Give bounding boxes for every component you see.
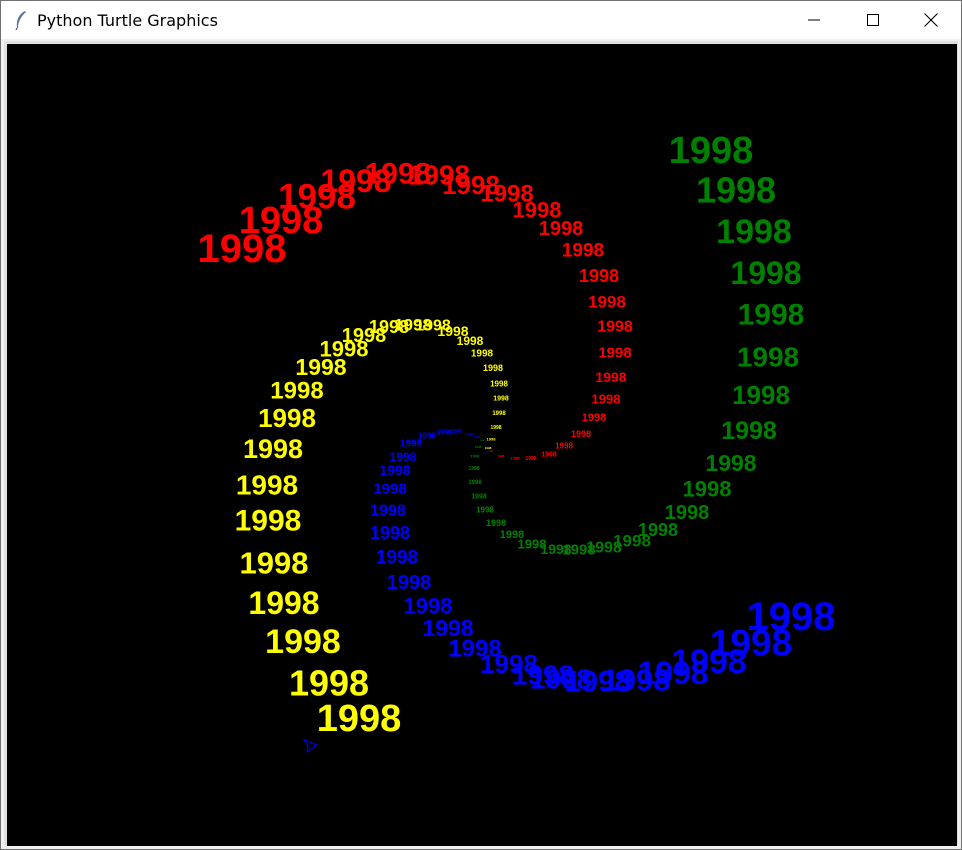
year-label-red: 1998: [498, 454, 505, 458]
year-label-yellow: 1998: [485, 446, 492, 450]
close-icon: [924, 13, 938, 27]
year-label-green: 1998: [730, 255, 801, 291]
year-label-blue: 1998: [370, 503, 406, 520]
year-label-green: 1998: [471, 494, 487, 501]
year-label-yellow: 1998: [265, 623, 341, 661]
year-label-green: 1998: [732, 380, 790, 410]
year-label-yellow: 1998: [490, 380, 508, 389]
year-label-blue: 1998: [418, 432, 436, 441]
year-label-blue: 1998: [387, 572, 432, 594]
year-label-yellow: 1998: [270, 378, 323, 405]
window-title: Python Turtle Graphics: [37, 11, 218, 30]
year-label-green: 1998: [737, 342, 799, 373]
year-label-yellow: 1998: [457, 334, 484, 348]
turtle-canvas[interactable]: 1998 1998 1998 1998 1998 1998 1998 1998 1998 1998…: [7, 44, 957, 846]
year-label-green: 1998: [486, 518, 506, 528]
year-label-red: 1998: [595, 369, 626, 385]
year-label-red: 1998: [539, 218, 584, 240]
year-label-yellow: 1998: [248, 585, 319, 621]
year-label-red: 1998: [562, 241, 604, 262]
title-bar[interactable]: Python Turtle Graphics: [1, 1, 961, 39]
year-label-red: 1998: [579, 266, 619, 286]
year-label-red: 1998: [592, 392, 621, 407]
year-label-yellow: 1998: [483, 363, 503, 373]
turtle-arrow-icon: [302, 738, 319, 754]
year-label-yellow: 1998: [236, 470, 298, 501]
year-label-blue: 1998: [390, 450, 417, 464]
year-label-blue: 1998: [376, 548, 418, 569]
close-button[interactable]: [902, 1, 960, 39]
year-label-green: 1998: [476, 506, 494, 515]
spiral-drawing: 1998199819981998199819981998199819981998…: [198, 130, 836, 754]
year-label-red: 1998: [588, 293, 626, 312]
year-label-red: 1998: [489, 451, 494, 453]
year-label-blue: 1998: [474, 435, 481, 439]
year-label-red: 1998: [571, 429, 591, 439]
year-label-yellow: 1998: [317, 698, 402, 740]
year-label-yellow: 1998: [243, 434, 303, 464]
year-label-green: 1998: [468, 466, 479, 472]
year-label-green: 1998: [716, 213, 792, 251]
year-label-red: 1998: [511, 456, 521, 461]
year-label-green: 1998: [669, 130, 754, 172]
year-label-green: 1998: [738, 299, 805, 332]
year-label-yellow: 1998: [493, 396, 509, 403]
year-label-blue: 1998: [379, 462, 410, 478]
blue-spiral-arm: 1998199819981998199819981998199819981998…: [370, 429, 836, 699]
year-label-green: 1998: [721, 417, 777, 445]
year-label-yellow: 1998: [258, 403, 316, 433]
year-label-yellow: 1998: [235, 505, 302, 538]
year-label-red: 1998: [525, 456, 536, 462]
minimize-button[interactable]: [786, 1, 844, 39]
year-label-green: 1998: [471, 454, 481, 459]
year-label-green: 1998: [705, 450, 756, 476]
year-label-yellow: 1998: [490, 425, 501, 431]
year-label-blue: 1998: [370, 523, 410, 543]
year-label-blue: 1998: [404, 594, 453, 619]
year-label-blue: 1998: [422, 615, 473, 641]
year-label-blue: 1998: [450, 429, 461, 435]
feather-icon: [15, 11, 26, 30]
year-label-green: 1998: [696, 170, 776, 211]
minimize-icon: [808, 19, 820, 21]
year-label-red: 1998: [555, 442, 573, 451]
year-label-red: 1998: [597, 319, 633, 336]
year-label-green: 1998: [468, 480, 482, 486]
year-label-yellow: 1998: [289, 663, 369, 704]
year-label-yellow: 1998: [471, 349, 494, 360]
year-label-blue: 1998: [373, 481, 406, 498]
canvas-frame: 1998 1998 1998 1998 1998 1998 1998 1998 1998 1998…: [4, 41, 958, 846]
turtle-window: Python Turtle Graphics 1998 1998 1998 1998 1…: [0, 0, 962, 850]
year-label-yellow: 1998: [240, 546, 309, 581]
year-label-green: 1998: [683, 477, 732, 502]
year-label-green: 1998: [475, 445, 482, 449]
year-label-red: 1998: [541, 452, 557, 459]
year-label-yellow: 1998: [492, 411, 506, 417]
year-label-red: 1998: [598, 345, 631, 362]
year-label-yellow: 1998: [487, 437, 497, 442]
maximize-button[interactable]: [844, 1, 902, 39]
year-label-red: 1998: [582, 412, 606, 424]
maximize-icon: [867, 14, 879, 26]
year-label-green: 1998: [500, 529, 524, 541]
